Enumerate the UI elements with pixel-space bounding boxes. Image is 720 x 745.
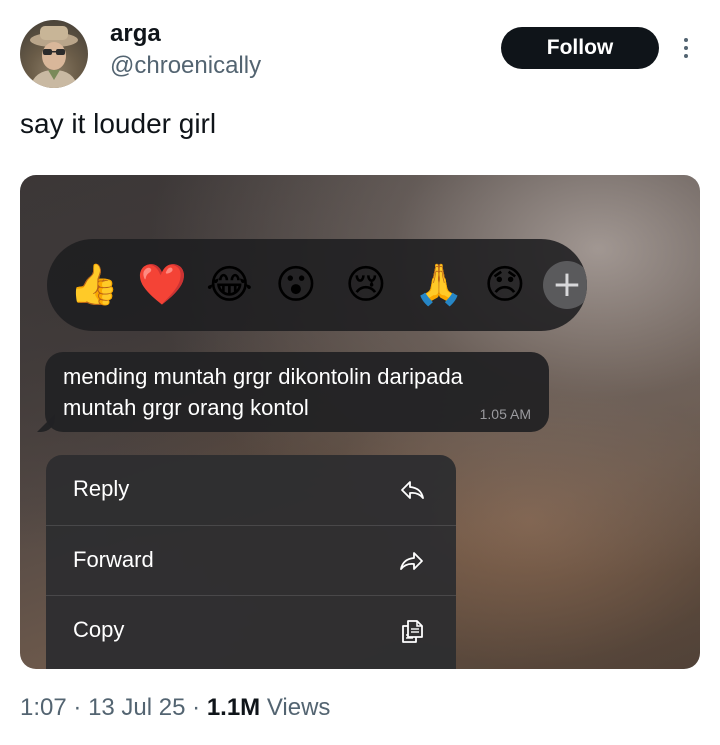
menu-item-label: Reply bbox=[73, 476, 130, 501]
disappointed-emoji[interactable]: 😞 bbox=[484, 261, 526, 309]
menu-item-reply[interactable]: Reply bbox=[46, 455, 456, 525]
avatar[interactable] bbox=[20, 20, 88, 88]
dot-icon bbox=[684, 46, 688, 50]
separator: · bbox=[73, 694, 82, 721]
tweet-date[interactable]: 13 Jul 25 bbox=[88, 694, 185, 721]
views-label: Views bbox=[266, 694, 331, 721]
message-text-line-2: muntah grgr orang kontol bbox=[63, 395, 309, 420]
menu-item-label: Copy bbox=[73, 617, 125, 642]
message-time: 1.05 AM bbox=[479, 406, 531, 422]
add-reaction-button[interactable]: + bbox=[543, 261, 587, 309]
tweet-media[interactable]: 👍 ❤️ 😂 😮 😢 🙏 😞 + mending muntah grgr dik… bbox=[20, 175, 700, 669]
crying-emoji[interactable]: 😢 bbox=[345, 261, 387, 309]
forward-icon bbox=[400, 552, 423, 570]
avatar-image bbox=[30, 26, 78, 88]
follow-button[interactable]: Follow bbox=[501, 27, 659, 69]
bubble-tail bbox=[37, 414, 55, 432]
menu-item-label: Forward bbox=[73, 547, 154, 572]
author-handle[interactable]: @chroenically bbox=[110, 52, 261, 80]
context-menu: Reply Forward Copy bbox=[46, 455, 456, 669]
praying-hands-emoji[interactable]: 🙏 bbox=[414, 261, 464, 309]
more-options-icon[interactable] bbox=[676, 30, 696, 66]
tweet-text: say it louder girl bbox=[20, 108, 217, 139]
laughing-emoji[interactable]: 😂 bbox=[206, 261, 253, 309]
dot-icon bbox=[684, 38, 688, 42]
copy-icon bbox=[402, 620, 423, 643]
surprised-emoji[interactable]: 😮 bbox=[275, 261, 317, 309]
menu-item-copy[interactable]: Copy bbox=[46, 595, 456, 665]
author-name[interactable]: arga bbox=[110, 20, 161, 48]
dot-icon bbox=[684, 54, 688, 58]
message-bubble[interactable]: mending muntah grgr dikontolin daripada … bbox=[37, 352, 549, 432]
tweet: arga @chroenically Follow say it louder … bbox=[0, 0, 720, 745]
tweet-meta: 1:07 · 13 Jul 25 · 1.1M Views bbox=[20, 694, 330, 722]
menu-item-forward[interactable]: Forward bbox=[46, 525, 456, 595]
thumbs-up-emoji[interactable]: 👍 bbox=[69, 261, 119, 309]
reply-icon bbox=[401, 481, 424, 499]
tweet-time[interactable]: 1:07 bbox=[20, 694, 67, 721]
message-text-line-1: mending muntah grgr dikontolin daripada bbox=[63, 364, 463, 389]
reaction-bar: 👍 ❤️ 😂 😮 😢 🙏 😞 + bbox=[47, 239, 587, 331]
separator: · bbox=[192, 694, 201, 721]
views-count: 1.1M bbox=[206, 694, 261, 721]
heart-emoji[interactable]: ❤️ bbox=[137, 261, 187, 309]
